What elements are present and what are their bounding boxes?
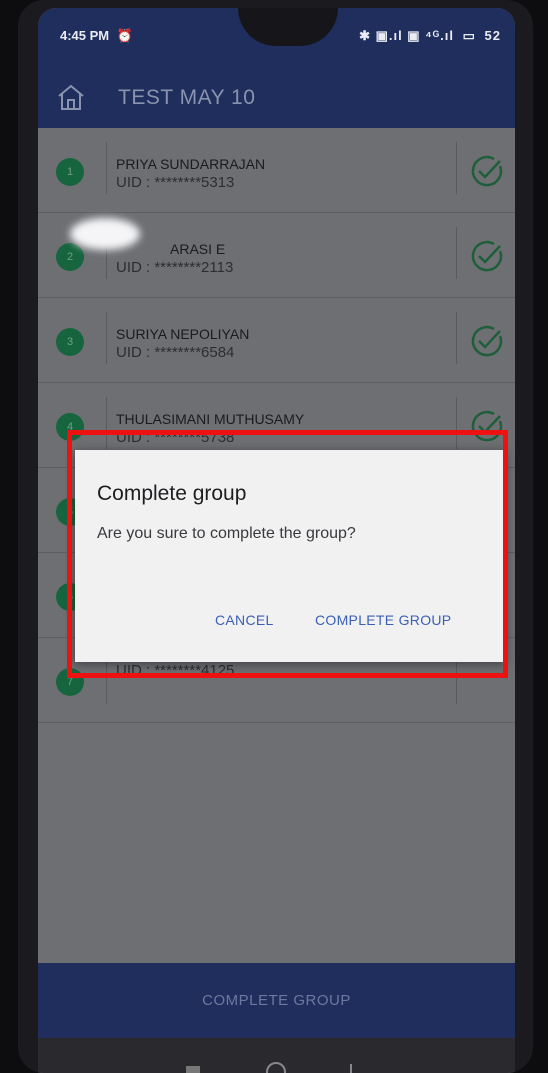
check-divider: [456, 142, 457, 194]
member-uid: UID : ********2113: [116, 259, 234, 276]
status-time: 4:45 PM: [60, 28, 110, 43]
complete-group-button[interactable]: COMPLETE GROUP: [315, 612, 451, 628]
status-icons: ✱ ▣.ıl ▣ ⁴ᴳ.ıl ▭ 52: [355, 28, 501, 44]
member-name: PRIYA SUNDARRAJAN: [116, 156, 266, 172]
list-item[interactable]: 3 SURIYA NEPOLIYAN UID : ********6584: [38, 298, 515, 383]
member-uid: UID : ********5738: [116, 429, 235, 446]
recents-nav-icon[interactable]: [186, 1066, 200, 1073]
cancel-button[interactable]: CANCEL: [215, 612, 274, 628]
row-divider: [106, 142, 107, 194]
check-circle-icon[interactable]: [470, 409, 504, 443]
check-divider: [456, 397, 457, 449]
confirm-dialog: Complete group Are you sure to complete …: [75, 450, 505, 662]
row-text: UID : ********4125: [116, 660, 234, 679]
system-nav-bar: [38, 1038, 515, 1073]
member-uid: UID : ********5313: [116, 174, 235, 191]
row-divider: [106, 397, 107, 449]
row-number-badge: 1: [56, 158, 84, 186]
complete-group-bottom-button[interactable]: COMPLETE GROUP: [38, 963, 515, 1038]
check-divider: [456, 227, 457, 279]
status-signal-icons: ✱ ▣.ıl ▣ ⁴ᴳ.ıl: [359, 28, 454, 43]
home-icon[interactable]: [56, 83, 86, 111]
alarm-clock-icon: ⏰: [116, 28, 133, 43]
back-nav-icon[interactable]: [350, 1064, 366, 1073]
member-uid: UID : ********6584: [116, 344, 235, 361]
status-bar: 4:45 PM ⏰ ✱ ▣.ıl ▣ ⁴ᴳ.ıl ▭ 52: [38, 8, 515, 63]
check-circle-icon[interactable]: [470, 154, 504, 188]
check-divider: [456, 312, 457, 364]
row-text: PRIYA SUNDARRAJAN UID : ********5313: [116, 156, 265, 191]
row-text: ARASI E UID : ********2113: [116, 241, 233, 276]
member-name: SURIYA NEPOLIYAN: [116, 326, 250, 342]
dialog-title: Complete group: [97, 482, 247, 505]
row-text: THULASIMANI MUTHUSAMY UID : ********5738: [116, 411, 304, 446]
home-nav-icon[interactable]: [266, 1062, 286, 1073]
member-name: THULASIMANI MUTHUSAMY: [116, 411, 305, 427]
list-item[interactable]: 1 PRIYA SUNDARRAJAN UID : ********5313: [38, 128, 515, 213]
battery-icon: ▭: [462, 28, 476, 43]
row-number-badge: 7: [56, 668, 84, 696]
row-number-badge: 2: [56, 243, 84, 271]
check-circle-icon[interactable]: [470, 239, 504, 273]
check-circle-icon[interactable]: [470, 324, 504, 358]
app-title: TEST MAY 10: [118, 86, 256, 109]
row-number-badge: 3: [56, 328, 84, 356]
redaction-blur: [70, 218, 140, 250]
app-bar: TEST MAY 10: [38, 63, 515, 128]
camera-notch: [238, 8, 338, 46]
member-name: ARASI E: [170, 241, 226, 257]
member-uid: UID : ********4125: [116, 662, 235, 679]
dialog-message: Are you sure to complete the group?: [97, 525, 356, 542]
row-number-badge: 4: [56, 413, 84, 441]
status-time-group: 4:45 PM ⏰: [60, 28, 133, 44]
battery-level: 52: [484, 28, 501, 43]
row-text: SURIYA NEPOLIYAN UID : ********6584: [116, 326, 249, 361]
row-divider: [106, 312, 107, 364]
